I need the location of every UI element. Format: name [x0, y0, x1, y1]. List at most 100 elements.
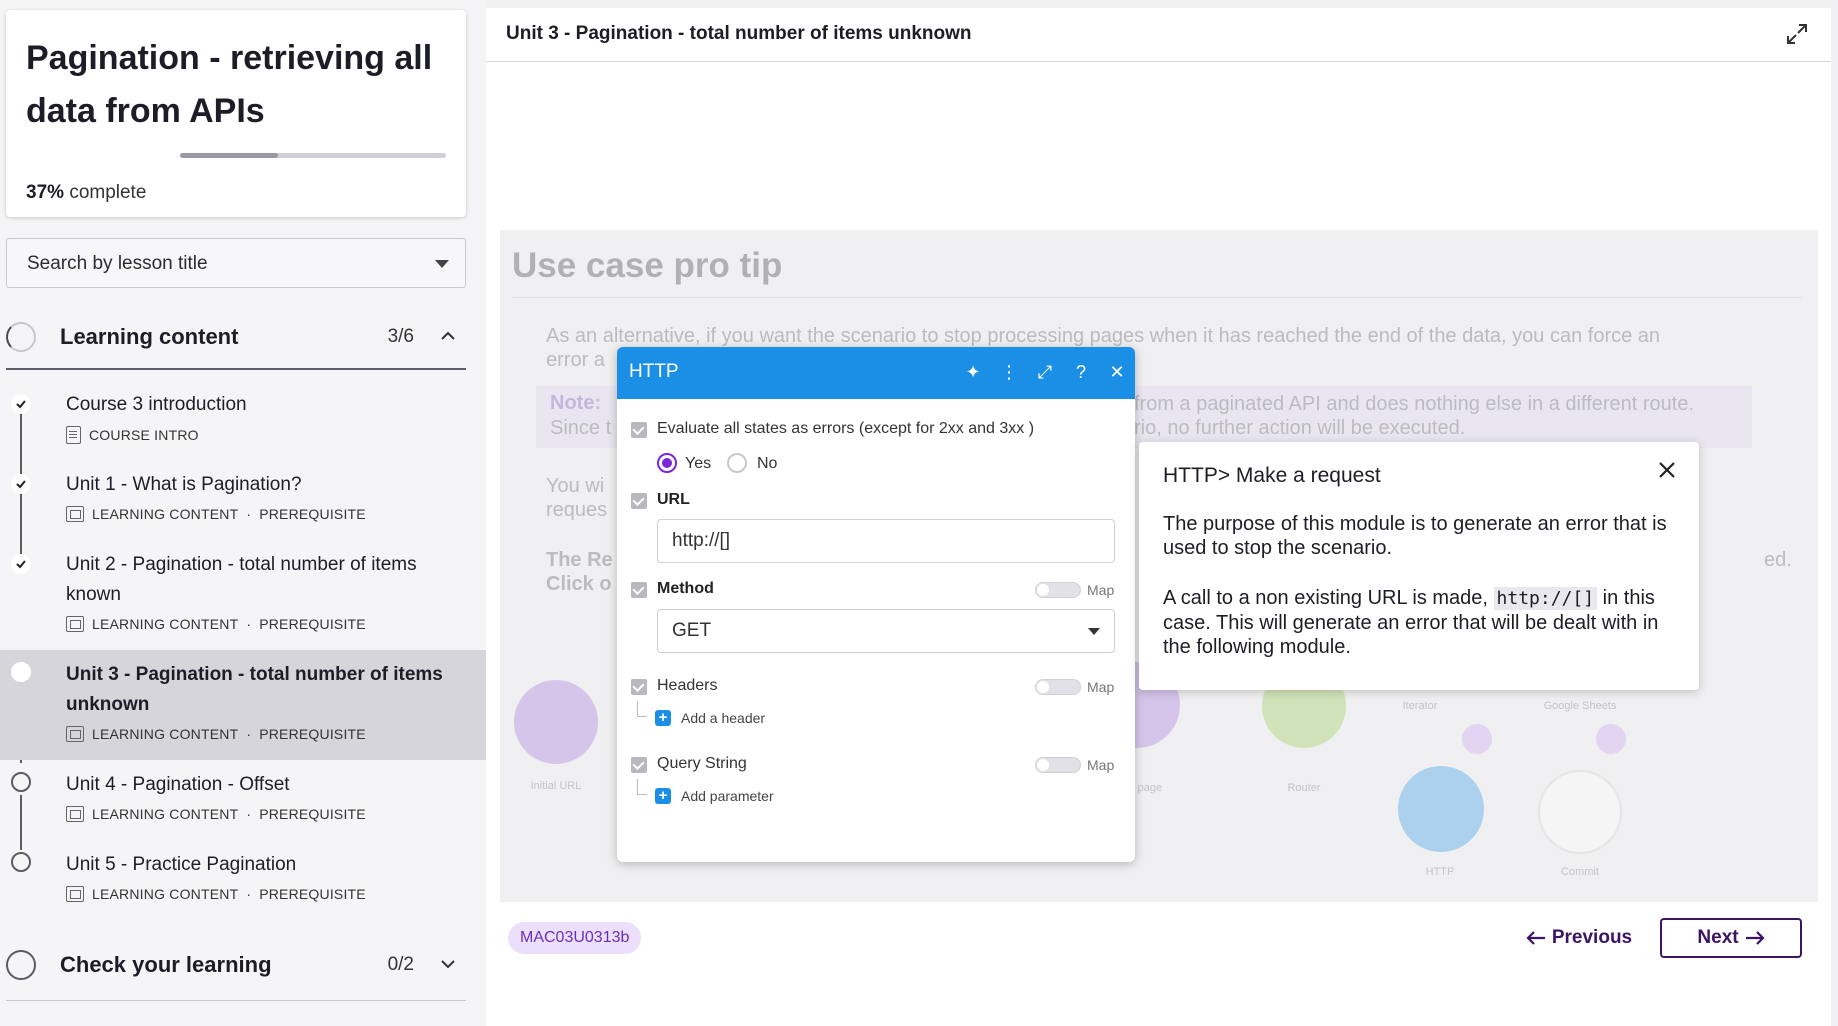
background-text: As an alternative, if you want the scena…: [546, 325, 1661, 347]
lesson-code-badge: MAC03U0313b: [508, 922, 642, 954]
lesson-title: Unit 3 - Pagination - total number of it…: [66, 664, 443, 715]
tooltip-paragraph: A call to a non existing URL is made, ht…: [1163, 586, 1683, 659]
http-module-tools: ✦ ⋮ ⤢ ? ✕: [963, 361, 1127, 383]
radio-no-label: No: [757, 455, 778, 472]
slides-icon: [66, 506, 84, 522]
evaluate-states-checkbox[interactable]: [631, 422, 647, 438]
tree-connector: [637, 701, 647, 717]
section-count: 3/6: [387, 326, 414, 347]
plus-icon[interactable]: +: [655, 788, 671, 804]
query-map-toggle[interactable]: [1035, 757, 1081, 773]
section-divider: [6, 368, 466, 370]
background-text: reques: [546, 499, 608, 521]
lesson-meta: LEARNING CONTENT · PREREQUISITE: [66, 726, 366, 742]
add-parameter-link[interactable]: Add parameter: [681, 788, 774, 804]
more-vertical-icon[interactable]: ⋮: [999, 361, 1019, 383]
url-checkbox[interactable]: [631, 493, 647, 509]
lesson-tag: PREREQUISITE: [259, 726, 366, 742]
background-text: ed.: [1764, 549, 1792, 571]
http-module-dialog: HTTP ✦ ⋮ ⤢ ? ✕ Evaluate all states as er…: [617, 347, 1135, 862]
flow-label: Google Sheets: [1543, 700, 1617, 712]
lesson-title: Unit 4 - Pagination - Offset: [66, 774, 290, 795]
background-text: You wi: [546, 475, 605, 497]
section-check-your-learning[interactable]: Check your learning 0/2: [6, 934, 466, 998]
scenario-commit-node: [1538, 770, 1622, 854]
sparkle-icon[interactable]: ✦: [963, 361, 983, 383]
lesson-meta: COURSE INTRO: [66, 426, 199, 444]
lesson-type: LEARNING CONTENT: [92, 726, 239, 742]
url-input[interactable]: http://[]: [657, 519, 1115, 563]
lesson-tag: PREREQUISITE: [259, 506, 366, 522]
background-text: Click o: [546, 573, 612, 595]
lesson-type: COURSE INTRO: [89, 427, 199, 443]
scenario-tools-node: [514, 680, 598, 764]
evaluate-states-label: Evaluate all states as errors (except fo…: [657, 420, 1035, 437]
lesson-meta: LEARNING CONTENT · PREREQUISITE: [66, 806, 366, 822]
arrow-right-icon: [1745, 931, 1765, 945]
lesson-title: Unit 2 - Pagination - total number of it…: [66, 554, 417, 605]
add-node-icon: [1596, 724, 1626, 754]
lesson-type: LEARNING CONTENT: [92, 806, 239, 822]
radio-no[interactable]: [727, 453, 747, 473]
hotspot-tooltip: HTTP> Make a request The purpose of this…: [1139, 442, 1699, 690]
add-header-link[interactable]: Add a header: [681, 710, 765, 726]
section-label: Learning content: [60, 324, 239, 349]
lesson-item-course-intro[interactable]: Course 3 introduction COURSE INTRO: [0, 382, 486, 452]
background-text: rio, no further action will be executed.: [1134, 417, 1466, 439]
lesson-title: Course 3 introduction: [66, 394, 247, 415]
lesson-type: LEARNING CONTENT: [92, 616, 239, 632]
method-checkbox[interactable]: [631, 582, 647, 598]
progress-bar-fill: [180, 153, 279, 158]
lesson-meta: LEARNING CONTENT · PREREQUISITE: [66, 886, 366, 902]
section-count: 0/2: [387, 954, 414, 975]
previous-button[interactable]: Previous: [1514, 918, 1644, 958]
add-node-icon: [1462, 724, 1492, 754]
lesson-search-select[interactable]: Search by lesson title: [6, 238, 466, 288]
lesson-meta: LEARNING CONTENT · PREREQUISITE: [66, 506, 366, 522]
meta-separator: ·: [246, 616, 252, 632]
tooltip-title: HTTP> Make a request: [1163, 464, 1381, 487]
http-module-body: Evaluate all states as errors (except fo…: [617, 399, 1135, 862]
method-value: GET: [672, 620, 712, 641]
caret-down-icon: [1088, 628, 1100, 635]
headers-map-toggle[interactable]: [1035, 679, 1081, 695]
lesson-item-unit-4[interactable]: Unit 4 - Pagination - Offset LEARNING CO…: [0, 764, 486, 834]
close-icon[interactable]: [1653, 456, 1681, 484]
radio-yes[interactable]: [657, 453, 677, 473]
next-button[interactable]: Next: [1660, 918, 1802, 958]
headers-label: Headers: [657, 677, 718, 694]
section-learning-content[interactable]: Learning content 3/6: [6, 306, 466, 370]
lesson-item-unit-1[interactable]: Unit 1 - What is Pagination? LEARNING CO…: [0, 462, 486, 532]
flow-label: HTTP: [1425, 866, 1455, 878]
http-module-title: HTTP: [629, 361, 679, 382]
check-icon: [11, 394, 31, 414]
chevron-down-icon[interactable]: [440, 956, 456, 972]
lesson-type: LEARNING CONTENT: [92, 506, 239, 522]
progress-suffix: complete: [69, 182, 147, 203]
maximize-icon[interactable]: ⤢: [1035, 361, 1055, 383]
method-select[interactable]: GET: [657, 609, 1115, 653]
method-map-toggle[interactable]: [1035, 582, 1081, 598]
plus-icon[interactable]: +: [655, 710, 671, 726]
lesson-type: LEARNING CONTENT: [92, 886, 239, 902]
previous-label: Previous: [1551, 927, 1633, 948]
lesson-item-unit-3[interactable]: Unit 3 - Pagination - total number of it…: [0, 650, 486, 760]
lesson-item-unit-5[interactable]: Unit 5 - Practice Pagination LEARNING CO…: [0, 844, 486, 914]
background-text: The Re: [546, 549, 613, 571]
close-icon[interactable]: ✕: [1107, 361, 1127, 383]
fullscreen-expand-icon[interactable]: [1785, 22, 1809, 46]
meta-separator: ·: [246, 806, 252, 822]
slides-icon: [66, 886, 84, 902]
flow-label: Initial URL: [530, 780, 582, 792]
map-label: Map: [1087, 757, 1115, 773]
lesson-header-title: Unit 3 - Pagination - total number of it…: [506, 23, 972, 44]
help-icon[interactable]: ?: [1071, 361, 1091, 383]
query-string-checkbox[interactable]: [631, 757, 647, 773]
slide-heading: Use case pro tip: [512, 246, 783, 285]
headers-checkbox[interactable]: [631, 679, 647, 695]
lesson-item-unit-2[interactable]: Unit 2 - Pagination - total number of it…: [0, 544, 486, 644]
heading-divider: [512, 297, 1802, 298]
chevron-up-icon[interactable]: [440, 328, 456, 344]
method-label: Method: [657, 580, 714, 597]
tooltip-code: http://[]: [1493, 587, 1598, 610]
